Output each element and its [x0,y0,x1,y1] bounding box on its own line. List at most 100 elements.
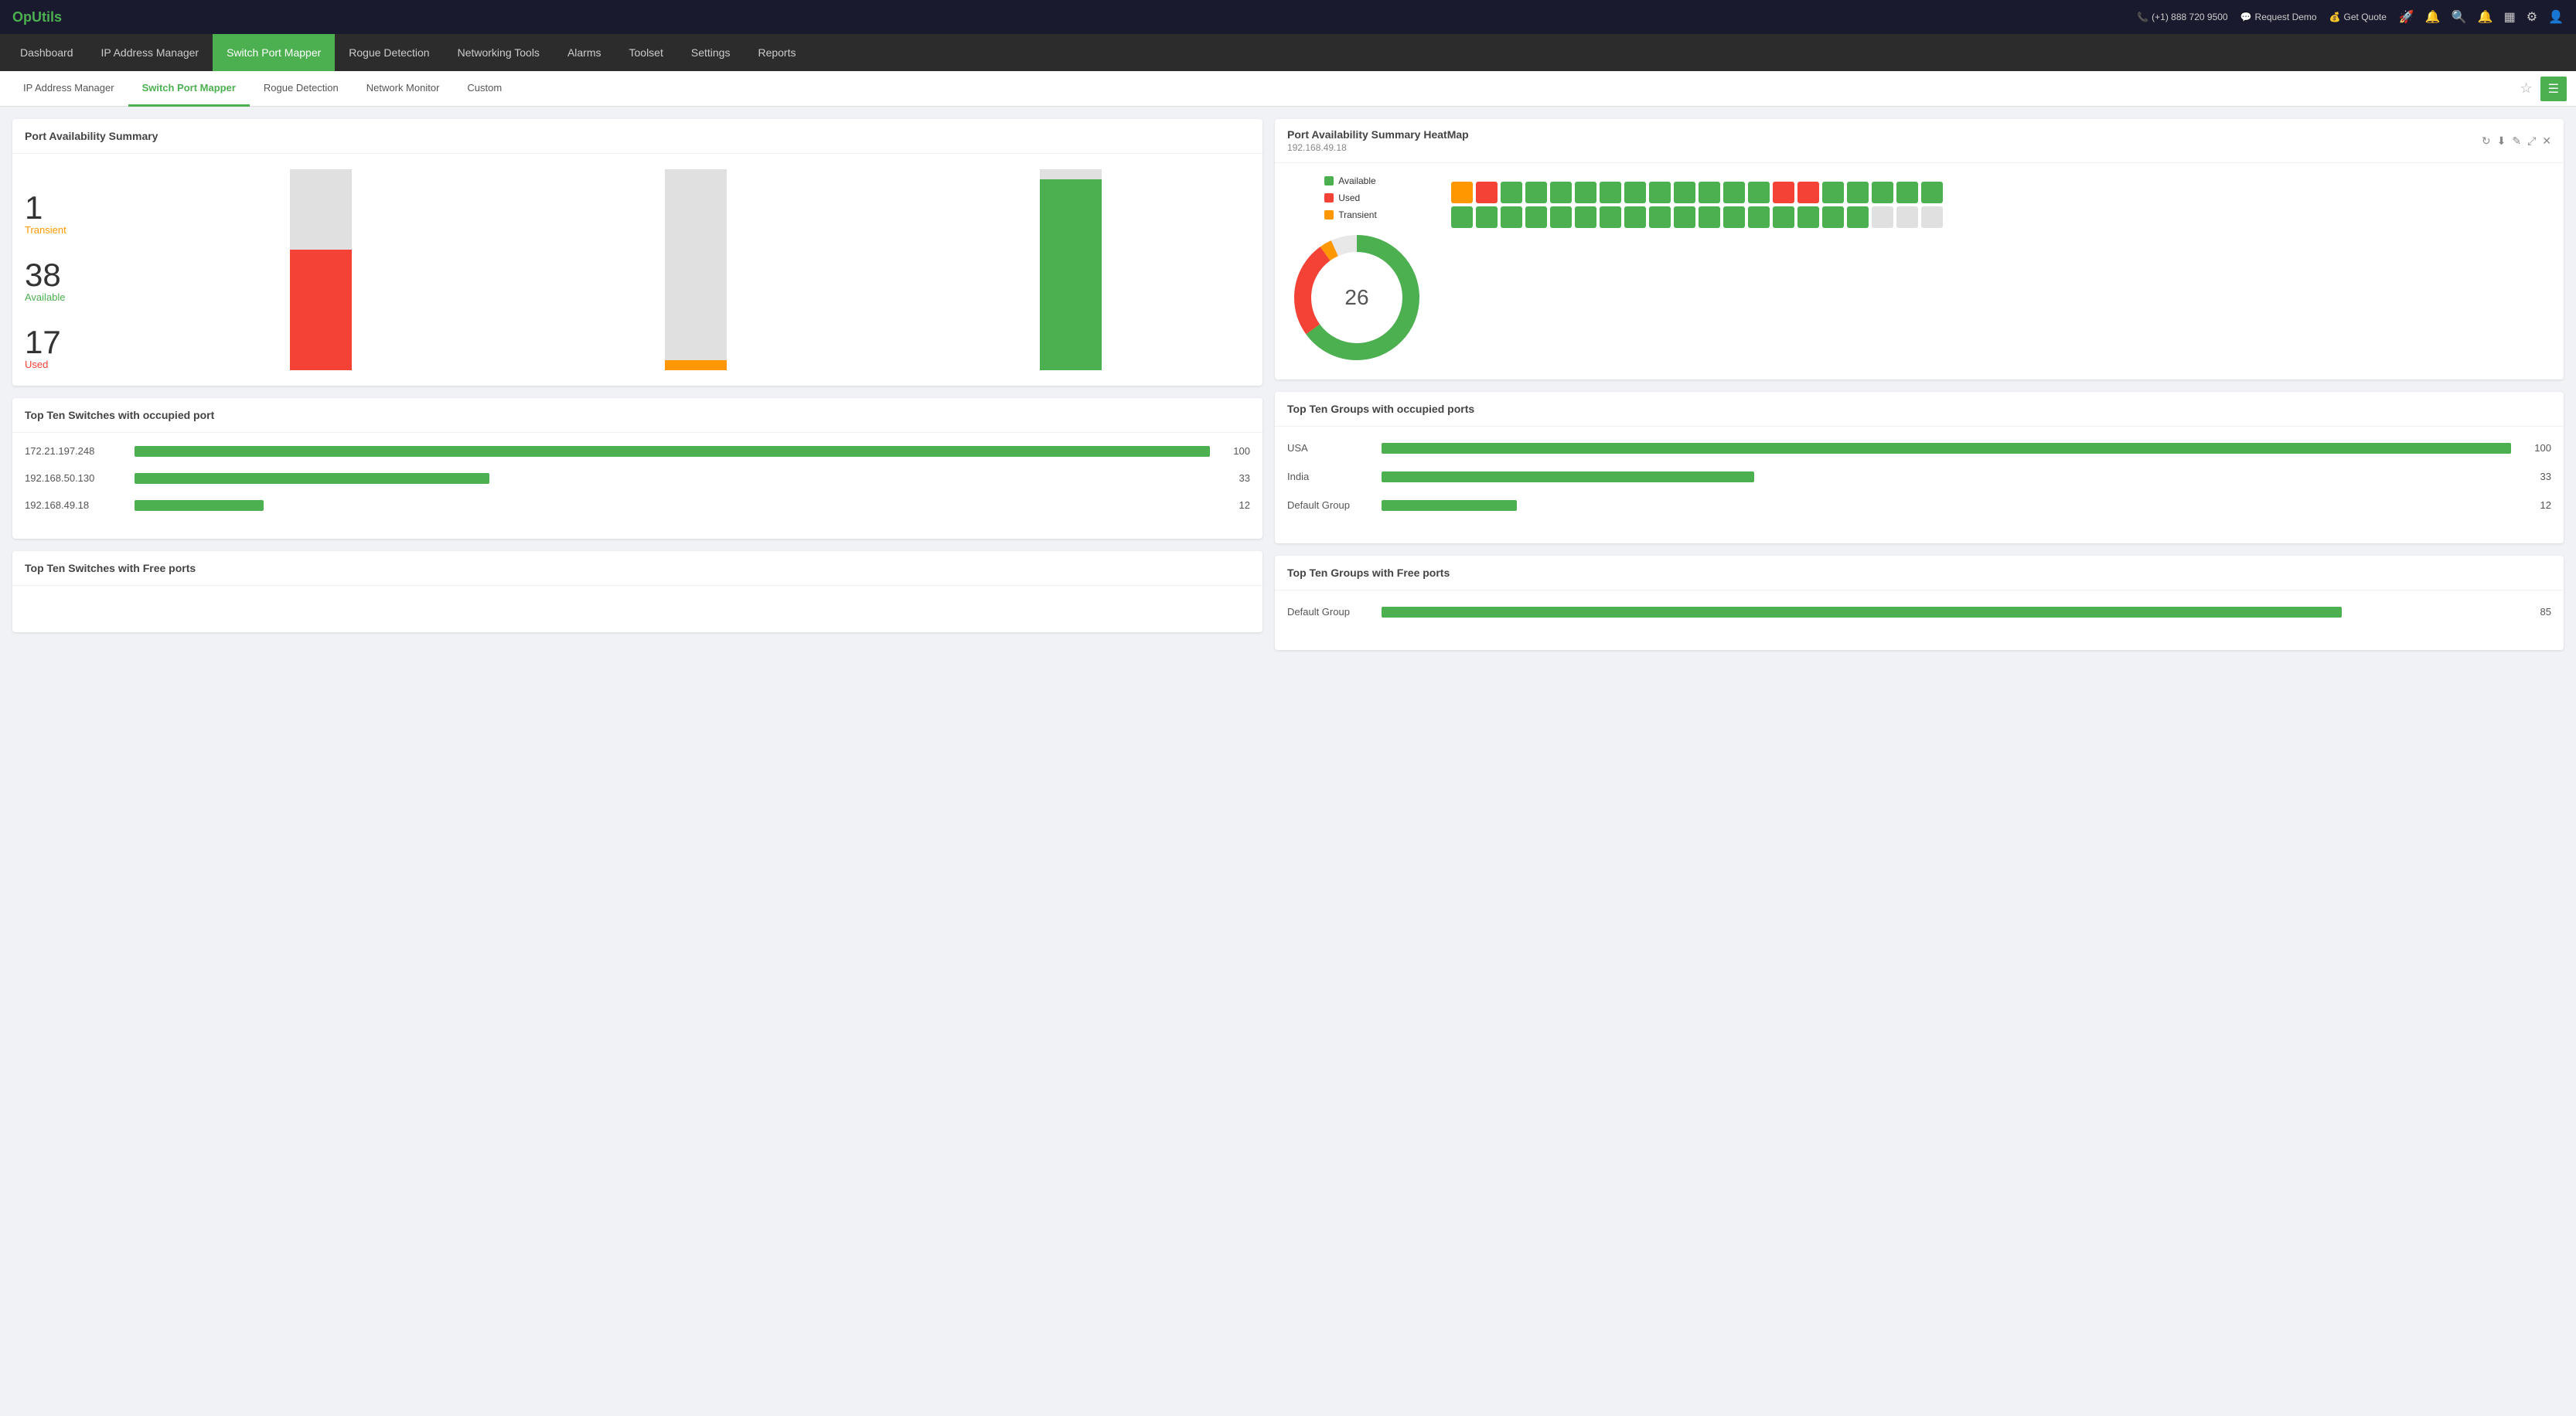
heatmap-refresh-button[interactable]: ↻ [2482,134,2491,148]
heatmap-cell[interactable] [1723,182,1745,203]
heatmap-expand-button[interactable]: ⤢ [2527,134,2536,148]
heatmap-cell[interactable] [1921,206,1943,228]
heatmap-cell[interactable] [1896,206,1918,228]
subnav-item-ip-address-manager[interactable]: IP Address Manager [9,71,128,107]
heatmap-cell[interactable] [1600,182,1621,203]
heatmap-cell[interactable] [1501,206,1522,228]
groups-bar-value: 12 [2520,499,2551,511]
heatmap-cell[interactable] [1451,206,1473,228]
heatmap-cell[interactable] [1476,206,1498,228]
heatmap-cell[interactable] [1822,206,1844,228]
top-groups-free-list: Default Group 85 [1275,591,2564,650]
heatmap-cell[interactable] [1476,182,1498,203]
legend-label: Available [1338,175,1375,186]
heatmap-cell[interactable] [1649,206,1671,228]
grid-icon[interactable]: ▦ [2504,9,2516,25]
subnav-item-switch-port-mapper[interactable]: Switch Port Mapper [128,71,250,107]
heatmap-cell[interactable] [1872,206,1893,228]
bar-value: 100 [1219,445,1250,457]
heatmap-cell[interactable] [1525,182,1547,203]
heatmap-cell[interactable] [1575,206,1596,228]
navbar-item-ip-address-manager[interactable]: IP Address Manager [87,34,213,71]
topbar-right: 📞 (+1) 888 720 9500 💬 Request Demo 💰 Get… [2137,9,2564,25]
heatmap-cell[interactable] [1773,182,1794,203]
top-switches-free-header: Top Ten Switches with Free ports [12,551,1262,586]
heatmap-cell[interactable] [1600,206,1621,228]
heatmap-cell[interactable] [1699,182,1720,203]
heatmap-cell[interactable] [1723,206,1745,228]
subnav-menu-button[interactable]: ☰ [2540,77,2567,101]
heatmap-cell[interactable] [1649,182,1671,203]
bar-col-1 [141,169,500,370]
heatmap-download-button[interactable]: ⬇ [2497,134,2506,148]
alert-icon[interactable]: 🔔 [2478,9,2493,25]
heatmap-cell[interactable] [1872,182,1893,203]
groups-bar-wrap [1382,607,2511,618]
legend-label: Transient [1338,209,1377,220]
heatmap-card-header: Port Availability Summary HeatMap 192.16… [1275,119,2564,163]
heatmap-cell[interactable] [1525,206,1547,228]
user-icon[interactable]: 👤 [2548,9,2564,25]
navbar-item-settings[interactable]: Settings [677,34,745,71]
heatmap-cell[interactable] [1797,206,1819,228]
subnav-item-custom[interactable]: Custom [453,71,516,107]
heatmap-cell[interactable] [1699,206,1720,228]
top-switches-free-card: Top Ten Switches with Free ports [12,551,1262,632]
phone-link[interactable]: 📞 (+1) 888 720 9500 [2137,12,2227,22]
subnav-item-rogue-detection[interactable]: Rogue Detection [250,71,353,107]
heatmap-cell[interactable] [1575,182,1596,203]
topbar-icons: 🚀 🔔 🔍 🔔 ▦ ⚙ 👤 [2399,9,2564,25]
top-groups-free-header: Top Ten Groups with Free ports [1275,556,2564,591]
heatmap-cell[interactable] [1921,182,1943,203]
heatmap-close-button[interactable]: ✕ [2542,134,2551,148]
heatmap-cell[interactable] [1550,206,1572,228]
groups-bar-label: Default Group [1287,606,1372,618]
navbar-item-reports[interactable]: Reports [744,34,809,71]
notification-icon[interactable]: 🔔 [2425,9,2441,25]
heatmap-cell[interactable] [1624,206,1646,228]
bar-label: 172.21.197.248 [25,445,125,457]
search-icon[interactable]: 🔍 [2452,9,2467,25]
navbar-item-dashboard[interactable]: Dashboard [6,34,87,71]
rocket-icon[interactable]: 🚀 [2399,9,2414,25]
bar [135,446,1210,457]
heatmap-cell[interactable] [1674,182,1695,203]
gear-icon[interactable]: ⚙ [2527,9,2537,25]
heatmap-cell[interactable] [1674,206,1695,228]
heatmap-cell[interactable] [1896,182,1918,203]
transient-stat: 1 Transient [25,192,125,236]
heatmap-cell[interactable] [1451,182,1473,203]
bar-list-item: 172.21.197.248 100 [25,445,1250,457]
get-quote-link[interactable]: 💰 Get Quote [2329,12,2387,22]
top-groups-occupied-header: Top Ten Groups with occupied ports [1275,392,2564,427]
navbar-item-networking-tools[interactable]: Networking Tools [444,34,554,71]
request-demo-link[interactable]: 💬 Request Demo [2240,12,2317,22]
heatmap-edit-button[interactable]: ✎ [2512,134,2521,148]
heatmap-cell[interactable] [1822,182,1844,203]
heatmap-cell[interactable] [1773,206,1794,228]
heatmap-cell[interactable] [1550,182,1572,203]
heatmap-cell[interactable] [1847,206,1869,228]
bar-col-2 [516,169,875,370]
navbar-item-toolset[interactable]: Toolset [615,34,677,71]
heatmap-grid-section [1451,175,2551,228]
top-switches-occupied-list: 172.21.197.248 100 192.168.50.130 33 192… [12,433,1262,539]
navbar-item-switch-port-mapper[interactable]: Switch Port Mapper [213,34,335,71]
donut-chart: 26 [1287,228,1426,367]
top-groups-occupied-card: Top Ten Groups with occupied ports USA 1… [1275,392,2564,543]
favorite-star[interactable]: ☆ [2520,80,2533,97]
groups-bar-value: 85 [2520,606,2551,618]
demo-icon: 💬 [2240,12,2252,22]
heatmap-cell[interactable] [1501,182,1522,203]
navbar-item-alarms[interactable]: Alarms [554,34,615,71]
heatmap-cell[interactable] [1748,182,1770,203]
heatmap-cell[interactable] [1797,182,1819,203]
phone-icon: 📞 [2137,12,2148,22]
available-stat: 38 Available [25,259,125,303]
heatmap-cell[interactable] [1624,182,1646,203]
navbar-item-rogue-detection[interactable]: Rogue Detection [335,34,443,71]
subnav-item-network-monitor[interactable]: Network Monitor [353,71,454,107]
heatmap-cell[interactable] [1847,182,1869,203]
legend-item-available: Available [1324,175,1377,186]
heatmap-cell[interactable] [1748,206,1770,228]
